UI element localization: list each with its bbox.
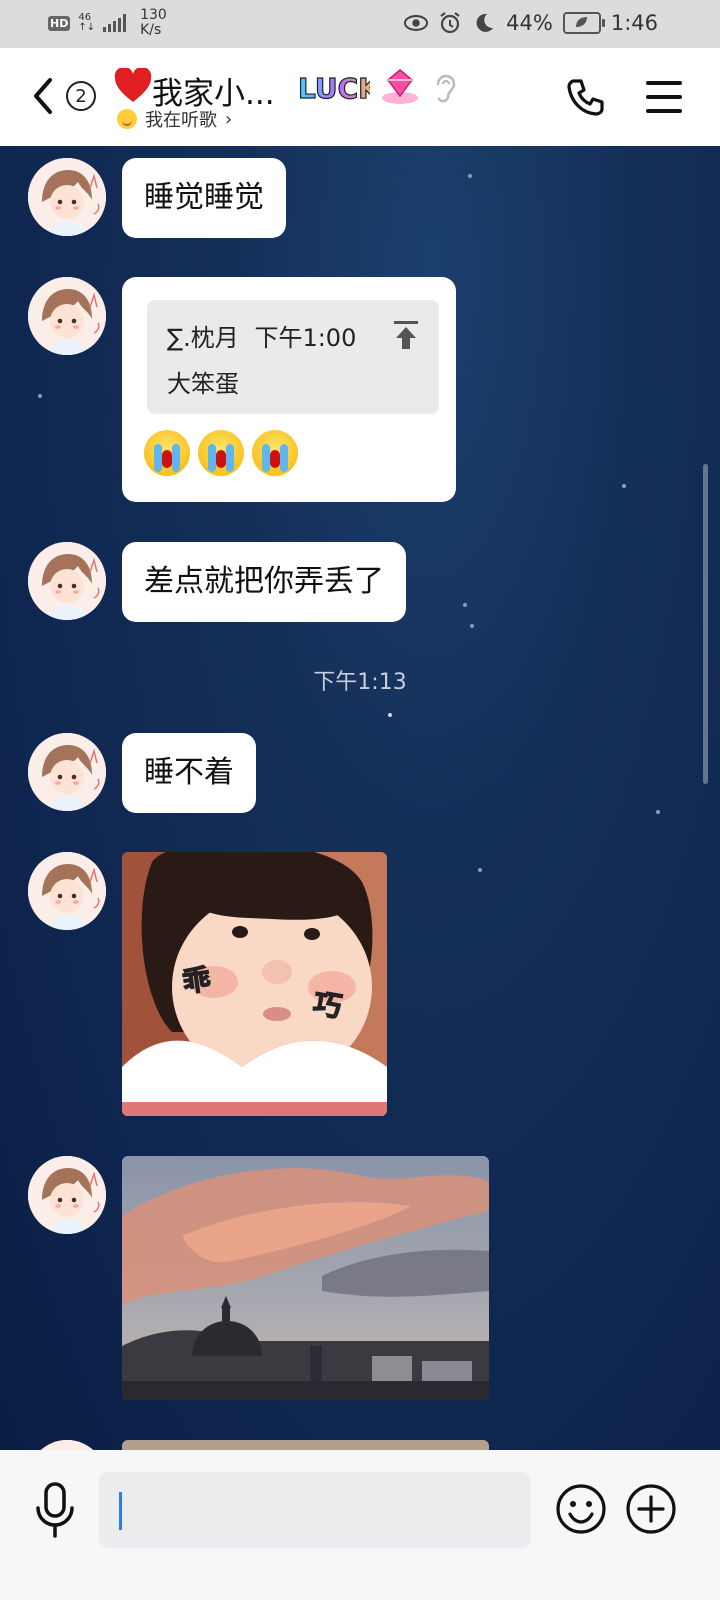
network-type: 46 ↑↓ — [78, 12, 96, 33]
menu-icon[interactable] — [646, 81, 682, 113]
back-arrow-icon[interactable] — [28, 75, 58, 117]
contact-avatar[interactable] — [28, 1156, 106, 1234]
eye-icon — [404, 11, 429, 35]
battery-icon — [562, 12, 605, 34]
quote-time: 下午1:00 — [254, 324, 357, 352]
quoted-message[interactable]: ∑.枕月 下午1:00 大笨蛋 — [147, 300, 439, 414]
scrollbar[interactable] — [703, 464, 708, 784]
battery-percent: 44% — [506, 11, 553, 35]
luck-badge-icon[interactable]: LUCK — [296, 66, 370, 106]
chat-history[interactable]: 睡觉睡觉 ∑.枕月 下午1:00 大笨蛋 差点就把你弄丢了 下午1:13 睡不着… — [0, 146, 720, 1450]
unread-count-badge[interactable]: 2 — [66, 81, 96, 111]
sticker-caption-right: 巧 — [311, 986, 344, 1023]
photo-image[interactable] — [122, 1156, 489, 1400]
crying-face-icon — [144, 430, 190, 476]
emoji-row — [144, 430, 298, 476]
do-not-disturb-moon-icon — [472, 11, 496, 35]
text-caret — [119, 1492, 122, 1530]
contact-avatar[interactable] — [28, 158, 106, 236]
network-speed: 130 K/s — [140, 7, 167, 38]
sticker-caption-left: 乖 — [180, 962, 212, 999]
contact-avatar[interactable] — [28, 733, 106, 811]
emoji-icon[interactable] — [555, 1483, 607, 1535]
reply-message-bubble[interactable]: ∑.枕月 下午1:00 大笨蛋 — [122, 277, 456, 502]
status-bar: HD 46 ↑↓ 130 K/s 44% 1:46 — [0, 0, 720, 48]
signal-strength-icon — [103, 14, 127, 32]
heart-icon — [114, 68, 152, 102]
message-input[interactable] — [99, 1472, 531, 1548]
diamond-badge-icon[interactable] — [378, 66, 422, 106]
ear-icon[interactable] — [432, 70, 458, 104]
quote-author: ∑.枕月 — [167, 324, 239, 352]
smiling-face-icon — [117, 109, 137, 129]
quote-text: 大笨蛋 — [167, 370, 239, 398]
input-bar — [0, 1450, 720, 1600]
contact-avatar[interactable] — [28, 852, 106, 930]
message-bubble[interactable]: 睡觉睡觉 — [122, 158, 286, 238]
contact-avatar[interactable] — [28, 277, 106, 355]
phone-call-icon[interactable] — [566, 78, 606, 118]
contact-status[interactable]: 我在听歌 › — [117, 106, 232, 132]
jump-to-top-icon[interactable] — [393, 320, 419, 350]
crying-face-icon — [252, 430, 298, 476]
contact-avatar[interactable] — [28, 1440, 106, 1450]
add-attachment-icon[interactable] — [625, 1483, 677, 1535]
clock-time: 1:46 — [610, 11, 658, 35]
sticker-image[interactable]: 乖 巧 — [122, 852, 387, 1116]
message-bubble[interactable]: 睡不着 — [122, 733, 256, 813]
crying-face-icon — [198, 430, 244, 476]
message-bubble[interactable]: 差点就把你弄丢了 — [122, 542, 406, 622]
photo-image-partial[interactable] — [122, 1440, 489, 1450]
microphone-icon[interactable] — [34, 1482, 76, 1538]
chat-header: 2 我家小... 我在听歌 › LUCK — [0, 48, 720, 146]
contact-avatar[interactable] — [28, 542, 106, 620]
alarm-icon — [438, 11, 462, 35]
svg-text:LUCK: LUCK — [298, 72, 370, 105]
hd-voice-badge: HD — [48, 15, 71, 31]
message-timestamp: 下午1:13 — [313, 670, 407, 695]
